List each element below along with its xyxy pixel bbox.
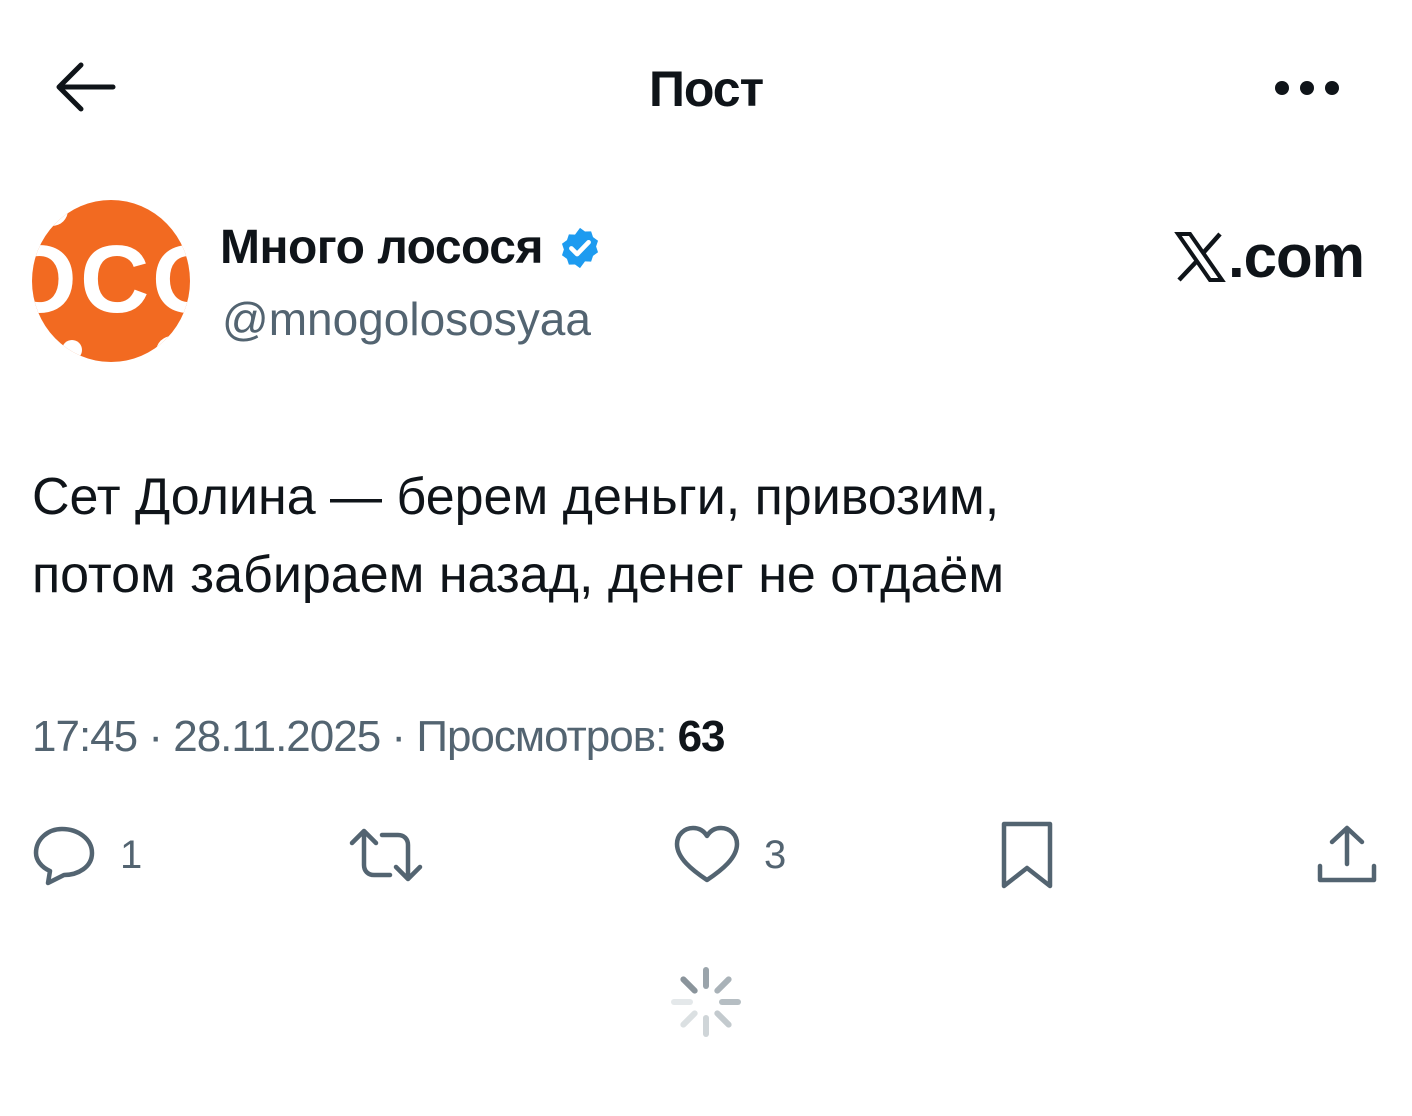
reply-button[interactable]: 1 [32, 820, 142, 890]
post-text-line-2: потом забираем назад, денег не отдаём [32, 546, 1005, 604]
author-block: O C O Много лосося @mnogolososyaa .com [32, 200, 1372, 370]
site-watermark: .com [1174, 222, 1365, 291]
author-handle[interactable]: @mnogolososyaa [222, 292, 591, 346]
svg-text:C: C [80, 226, 149, 333]
author-display-name[interactable]: Много лосося [220, 220, 543, 275]
page-title: Пост [648, 61, 764, 117]
post-text: Сет Долина — берем деньги, привозим, пот… [32, 458, 1332, 614]
views-count[interactable]: 63 [678, 712, 726, 761]
reply-icon [33, 826, 95, 886]
retweet-icon [349, 828, 423, 882]
site-watermark-text: .com [1227, 223, 1365, 290]
share-icon [1317, 825, 1377, 883]
meta-separator: · [391, 712, 406, 761]
reply-count: 1 [120, 832, 143, 877]
more-button[interactable] [1262, 58, 1352, 118]
retweet-button[interactable] [346, 820, 448, 890]
meta-separator: · [148, 712, 163, 761]
svg-text:O: O [152, 226, 190, 333]
verified-badge-icon [561, 227, 598, 268]
svg-text:O: O [32, 226, 77, 333]
post-date[interactable]: 28.11.2025 [173, 712, 381, 761]
loading-spinner-icon [671, 967, 741, 1037]
like-count: 3 [764, 832, 787, 877]
post-meta: 17:45 · 28.11.2025 · Просмотров: 63 [32, 712, 726, 762]
share-button[interactable] [1314, 820, 1380, 890]
post-text-line-1: Сет Долина — берем деньги, привозим, [32, 468, 1000, 526]
avatar-logo-icon: O C O [32, 200, 190, 362]
views-label: Просмотров: [416, 712, 667, 761]
more-horizontal-icon [1275, 81, 1339, 95]
action-bar: 1 3 [0, 820, 1412, 900]
like-button[interactable]: 3 [672, 820, 786, 890]
like-icon [674, 825, 740, 883]
top-bar: Пост [0, 40, 1412, 140]
x-logo-icon [1174, 231, 1226, 282]
bookmark-icon [1001, 821, 1053, 889]
post-time[interactable]: 17:45 [32, 712, 138, 761]
bookmark-button[interactable] [998, 820, 1056, 890]
author-name-row: Много лосося [220, 220, 603, 275]
avatar[interactable]: O C O [32, 200, 190, 362]
